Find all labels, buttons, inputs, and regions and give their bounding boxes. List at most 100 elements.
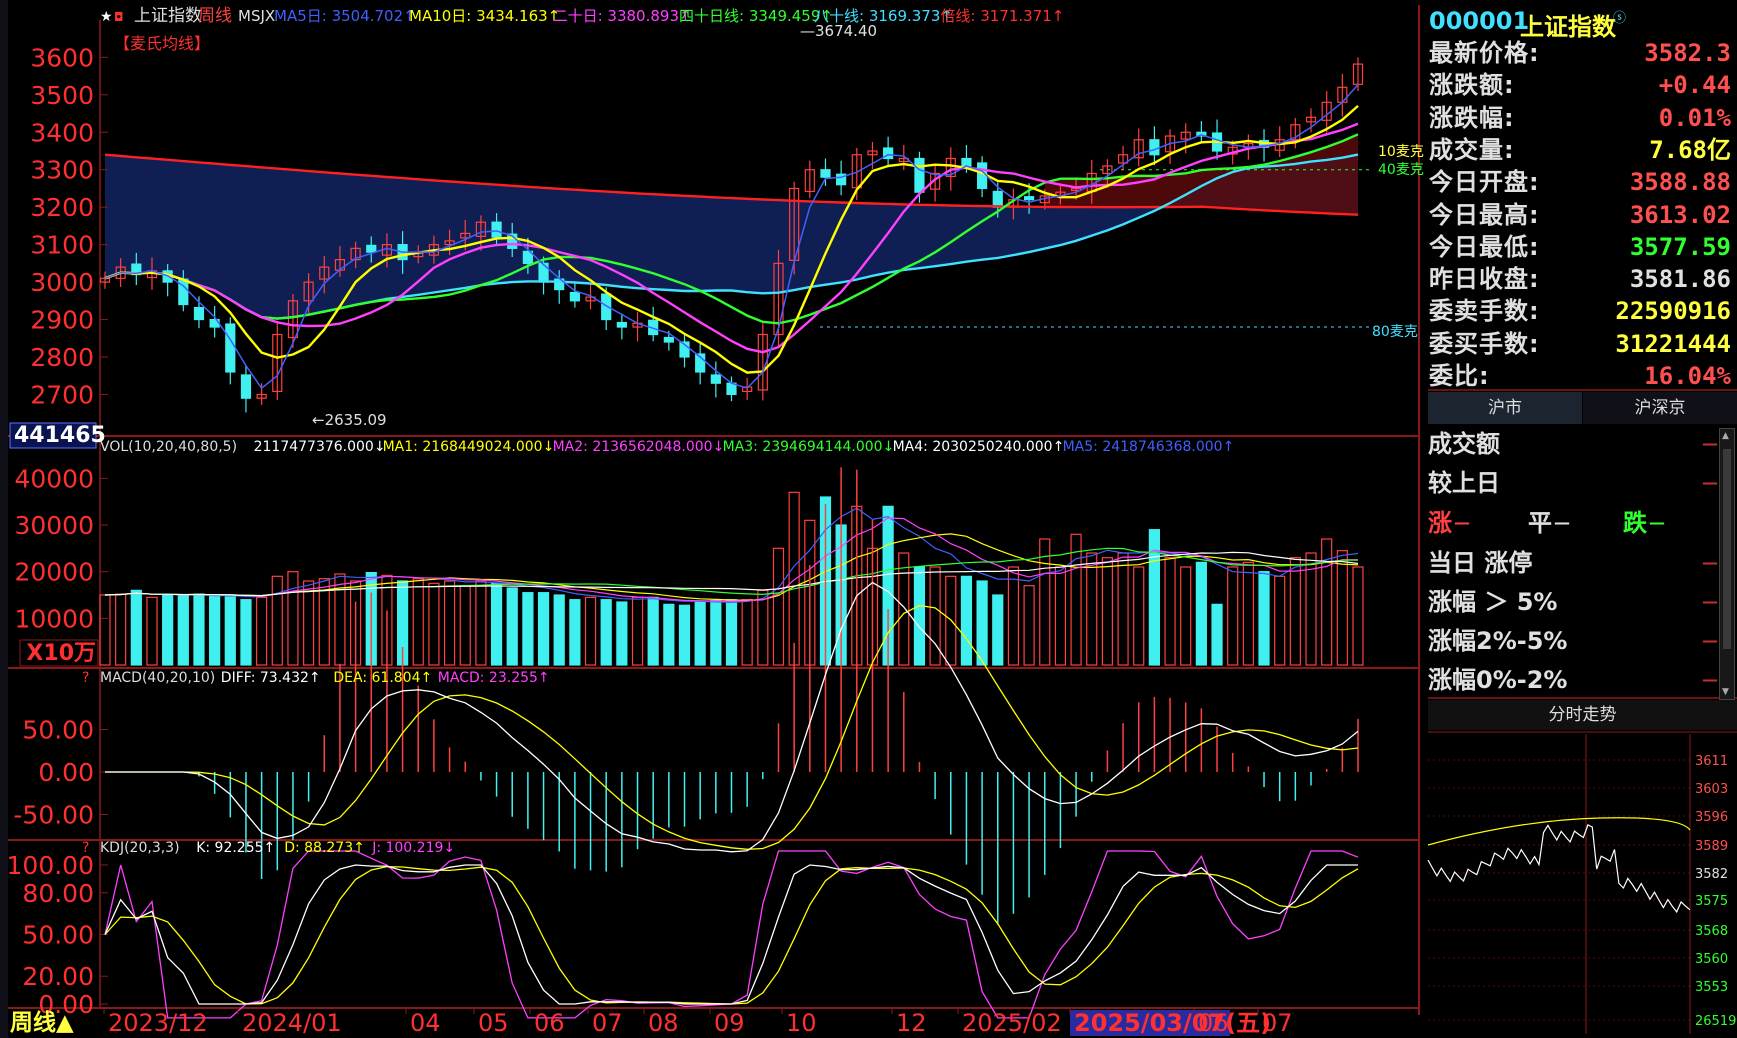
candle-body [820, 169, 831, 178]
quote-label: 今日最高: [1429, 200, 1540, 229]
quote-value: 31221444 [1615, 329, 1731, 358]
low-marker: ←2635.09 [312, 411, 387, 429]
intraday-y-label: 3575 [1695, 894, 1728, 909]
price-y-label: 3500 [30, 81, 94, 110]
price-y-label: 2700 [30, 380, 94, 409]
volume-bar [240, 599, 252, 666]
macd-y-label: -50.00 [13, 801, 94, 830]
vol-y-label: 40000 [14, 464, 94, 493]
intraday-y-label: 3611 [1695, 754, 1728, 769]
vol-header-3: MA2: 2136562048.000↓ [553, 439, 725, 455]
vol-y-label: 20000 [14, 558, 94, 587]
candle-body [992, 190, 1003, 208]
stock-code: 000001 [1429, 7, 1530, 35]
info-icon[interactable]: ⓢ [1613, 7, 1626, 26]
intraday-y-label: 3582 [1695, 867, 1728, 882]
volume-bar [209, 595, 221, 666]
x-axis-label: 12 [896, 1009, 927, 1037]
vol-header-5: MA4: 2030250240.000↑ [893, 439, 1065, 455]
volume-bar [537, 592, 550, 666]
ma-legend-0: MA5日: 3504.702↑ [274, 7, 416, 25]
kdj-y-label: 80.00 [22, 879, 94, 908]
candle-body [663, 336, 674, 343]
vol-header-4: MA3: 2394694144.000↓ [723, 439, 895, 455]
candle-body [225, 323, 236, 373]
volume-bar [647, 596, 659, 666]
volume-bar [992, 594, 1004, 666]
volume-bar [490, 582, 503, 666]
down-label: 跌 [1623, 509, 1647, 537]
market-tabs: 沪市 沪深京 [1428, 392, 1737, 424]
volume-bar [1258, 571, 1270, 666]
quote-value: 16.04% [1644, 362, 1731, 390]
ma-legend-5: 倍线: 3171.371↑ [940, 7, 1064, 25]
kdj-header-3: J: 100.219↓ [371, 840, 455, 856]
quote-label: 委买手数: [1429, 329, 1540, 358]
candle-body [1023, 196, 1035, 201]
candle-body [914, 157, 925, 193]
candle-body [366, 244, 377, 253]
x-axis-label: 07 [1262, 1009, 1293, 1037]
x-axis-label: 08 [648, 1009, 679, 1037]
quote-label: 最新价格: [1429, 39, 1540, 67]
volume-bar [663, 603, 675, 666]
x-axis-label: 07 [592, 1009, 623, 1037]
intraday-y-label: 3603 [1695, 782, 1728, 797]
high-marker: —3674.40 [800, 22, 877, 40]
quote-row: 涨跌幅: 0.01% [1428, 102, 1737, 134]
quote-label: 昨日收盘: [1429, 265, 1540, 294]
quote-label: 委比: [1429, 362, 1490, 390]
macd-header-3: MACD: 23.255↑ [438, 670, 550, 686]
x-axis-label: 2023/12 [108, 1009, 208, 1037]
help-icon: ? [82, 670, 89, 686]
intraday-title[interactable]: 分时走势 [1428, 700, 1737, 730]
volume-bar [506, 587, 518, 666]
candle-body [1149, 139, 1160, 156]
ma-legend-1: MA10日: 3434.163↑ [409, 7, 560, 25]
volume-bar [193, 593, 205, 666]
vol-header-2: MA1: 2168449024.000↓ [383, 439, 555, 455]
period-button[interactable]: 周线▲ [10, 1009, 90, 1038]
x-axis-label: 10 [786, 1009, 817, 1037]
price-y-label: 3100 [30, 231, 94, 260]
volume-bar [1211, 603, 1223, 666]
x-axis-label: 06 [1198, 1009, 1229, 1037]
volume-bar [1195, 561, 1207, 666]
intraday-y-label: 3596 [1695, 810, 1728, 825]
chart-period: 周线 [198, 6, 232, 26]
tab-sz-bj[interactable]: 沪深京 [1583, 392, 1737, 424]
stats-scrollbar[interactable]: ▲ ▼ [1719, 428, 1735, 700]
price-y-label: 2800 [30, 343, 94, 372]
quote-row: 委买手数: 31221444 [1428, 328, 1737, 360]
quote-row: 今日开盘: 3588.88 [1428, 166, 1737, 198]
up-label: 涨 [1428, 509, 1452, 537]
ma-right-label: 10麦克 [1378, 144, 1424, 160]
tab-sh[interactable]: 沪市 [1428, 392, 1582, 424]
candle-body [240, 374, 252, 399]
macd-y-label: 0.00 [38, 758, 94, 787]
ma-legend-2: 二十日: 3380.893↑ [553, 7, 692, 25]
quote-label: 今日开盘: [1429, 168, 1540, 197]
kdj-header-2: D: 88.273↑ [284, 840, 365, 856]
quote-label: 涨跌额: [1429, 71, 1515, 100]
price-y-label: 3200 [30, 193, 94, 222]
quote-label: 今日最低: [1429, 232, 1540, 261]
stat-limit-up: 当日 涨停 — [1428, 549, 1718, 577]
quote-row: 昨日收盘: 3581.86 [1428, 263, 1737, 295]
quote-value: +0.44 [1658, 71, 1731, 100]
chart-indicator: MSJX [238, 7, 275, 25]
volume-bar [725, 599, 738, 666]
stat-turnover: 成交额 — [1428, 430, 1718, 458]
volume-bar [678, 604, 691, 666]
stat-0to2: 涨幅0%-2% — [1428, 666, 1718, 694]
macd-header-2: DEA: 61.804↑ [333, 670, 432, 686]
intraday-y-label: 3553 [1695, 980, 1728, 995]
volume-bar [600, 599, 612, 666]
vol-unit: X10万 [26, 641, 96, 666]
quote-value: 22590916 [1615, 297, 1731, 326]
x-axis-label: 05 [478, 1009, 509, 1037]
quote-label: 委卖手数: [1429, 297, 1540, 326]
intraday-y-label: 3589 [1695, 839, 1728, 854]
flat-label: 平 [1528, 509, 1552, 537]
volume-bar [177, 595, 189, 666]
